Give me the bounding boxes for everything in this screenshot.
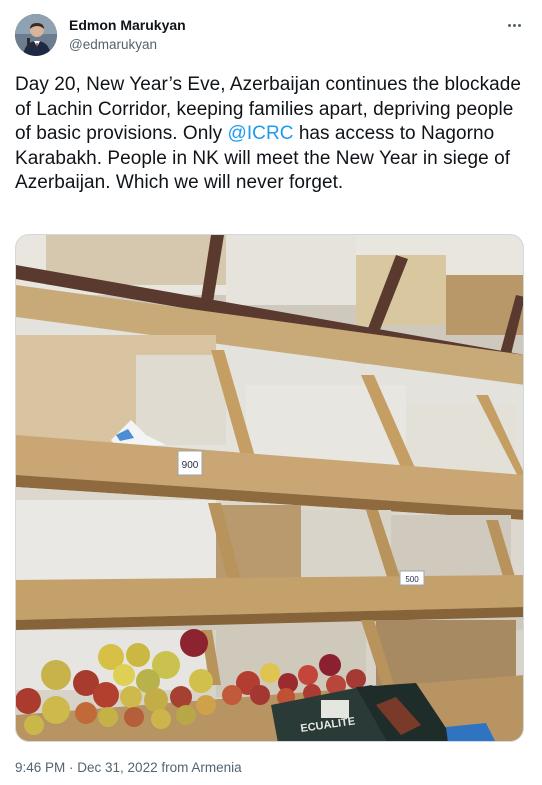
author-handle[interactable]: @edmarukyan	[69, 37, 157, 52]
tweet-timestamp[interactable]: 9:46 PM · Dec 31, 2022 from Armenia	[15, 760, 242, 775]
price-tag-500: 500	[405, 575, 419, 584]
tweet-card: Edmon Marukyan @edmarukyan Day 20, New Y…	[0, 0, 542, 785]
price-tag-900: 900	[182, 460, 199, 471]
author-display-name[interactable]: Edmon Marukyan	[69, 17, 186, 33]
tweet-photo[interactable]: 900 500 ECUALITE	[15, 234, 524, 742]
more-horizontal-icon[interactable]	[500, 14, 528, 36]
mention-link[interactable]: @ICRC	[228, 123, 294, 144]
store-shelves-photo: 900 500 ECUALITE	[16, 235, 523, 741]
tweet-text: Day 20, New Year’s Eve, Azerbaijan conti…	[15, 73, 527, 196]
avatar[interactable]	[15, 14, 57, 56]
